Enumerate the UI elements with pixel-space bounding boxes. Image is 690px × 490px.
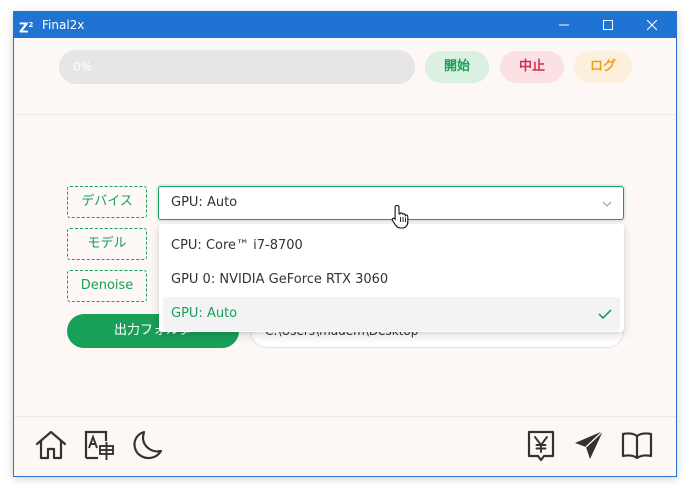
title-bar[interactable]: Z2 Final2x (14, 12, 676, 38)
device-option-cpu[interactable]: CPU: Core™ i7-8700 (163, 229, 620, 263)
maximize-icon (603, 20, 613, 30)
minimize-icon (559, 24, 569, 26)
progress-bar: 0% (59, 50, 415, 84)
close-icon (647, 20, 657, 30)
window-title: Final2x (42, 18, 85, 32)
checkmark-icon (598, 309, 612, 320)
language-icon[interactable] (82, 428, 116, 462)
yen-icon[interactable] (524, 428, 558, 462)
send-icon[interactable] (572, 428, 606, 462)
device-option-gpu-auto[interactable]: GPU: Auto (163, 297, 620, 331)
close-button[interactable] (632, 12, 672, 38)
chevron-down-icon (602, 201, 612, 207)
maximize-button[interactable] (588, 12, 628, 38)
progress-text: 0% (73, 60, 93, 74)
minimize-button[interactable] (544, 12, 584, 38)
book-icon[interactable] (620, 428, 654, 462)
app-window: Z2 Final2x 0% 開始 中止 ログ デバイス モデル Denoise … (13, 11, 677, 477)
log-button[interactable]: ログ (574, 51, 632, 83)
header-divider (14, 114, 676, 115)
device-dropdown-menu: CPU: Core™ i7-8700 GPU 0: NVIDIA GeForce… (159, 224, 624, 332)
app-logo-icon: Z2 (19, 21, 34, 37)
device-option-gpu0[interactable]: GPU 0: NVIDIA GeForce RTX 3060 (163, 263, 620, 297)
footer-divider (14, 416, 676, 417)
hand-cursor-icon (391, 204, 409, 229)
stop-button[interactable]: 中止 (500, 51, 564, 83)
model-tag: モデル (67, 228, 147, 260)
home-icon[interactable] (34, 428, 68, 462)
start-button[interactable]: 開始 (425, 51, 489, 83)
moon-icon[interactable] (130, 428, 164, 462)
device-tag: デバイス (67, 186, 147, 218)
device-select-value: GPU: Auto (171, 195, 238, 210)
denoise-tag: Denoise (67, 270, 147, 302)
